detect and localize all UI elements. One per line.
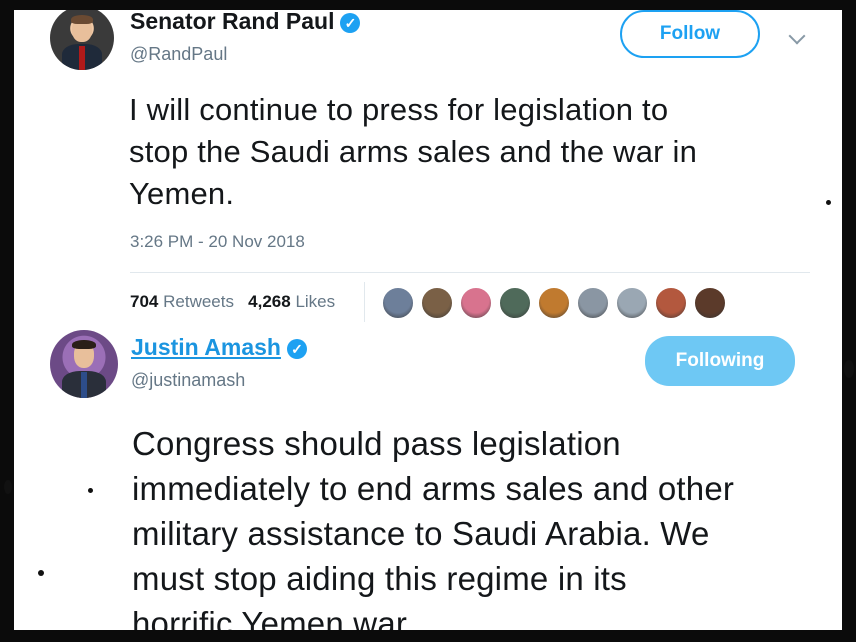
tweet1-display-name[interactable]: Senator Rand Paul ✓: [130, 10, 361, 35]
liker-avatar[interactable]: [616, 287, 648, 319]
tweet1-stats: 704 Retweets 4,268 Likes: [130, 292, 335, 312]
rand-paul-avatar[interactable]: [50, 10, 114, 70]
retweets-stat[interactable]: 704 Retweets: [130, 292, 234, 311]
liker-avatar[interactable]: [655, 287, 687, 319]
screenshot-frame: Senator Rand Paul ✓ @RandPaul Follow I wi…: [14, 10, 842, 630]
liker-avatar[interactable]: [382, 287, 414, 319]
liker-avatar[interactable]: [577, 287, 609, 319]
justin-amash-avatar[interactable]: [50, 330, 118, 398]
stats-separator: [364, 282, 365, 322]
frame-speck: [826, 200, 831, 205]
liker-avatar[interactable]: [421, 287, 453, 319]
tweet2-display-name[interactable]: Justin Amash ✓: [131, 334, 307, 361]
verified-badge-icon: ✓: [286, 338, 307, 359]
liker-avatar[interactable]: [460, 287, 492, 319]
following-button[interactable]: Following: [645, 336, 795, 386]
frame-speck: [88, 488, 93, 493]
liker-avatar[interactable]: [694, 287, 726, 319]
tweet2-handle[interactable]: @justinamash: [131, 370, 245, 391]
tweet1-text: I will continue to press for legislation…: [129, 92, 698, 211]
tweet1-handle[interactable]: @RandPaul: [130, 44, 227, 65]
follow-button[interactable]: Follow: [620, 10, 760, 58]
chevron-down-icon[interactable]: [788, 27, 806, 45]
tweet1-divider: [130, 272, 810, 273]
liker-avatar[interactable]: [538, 287, 570, 319]
tweet2-text: Congress should pass legislation immedia…: [132, 425, 735, 630]
frame-speck: [4, 480, 12, 494]
liker-avatar[interactable]: [499, 287, 531, 319]
frame-speck: [38, 570, 44, 576]
likes-stat[interactable]: 4,268 Likes: [248, 292, 335, 311]
frame-speck: [844, 360, 854, 378]
tweet1-timestamp[interactable]: 3:26 PM - 20 Nov 2018: [130, 232, 305, 252]
verified-badge-icon: ✓: [340, 12, 361, 33]
